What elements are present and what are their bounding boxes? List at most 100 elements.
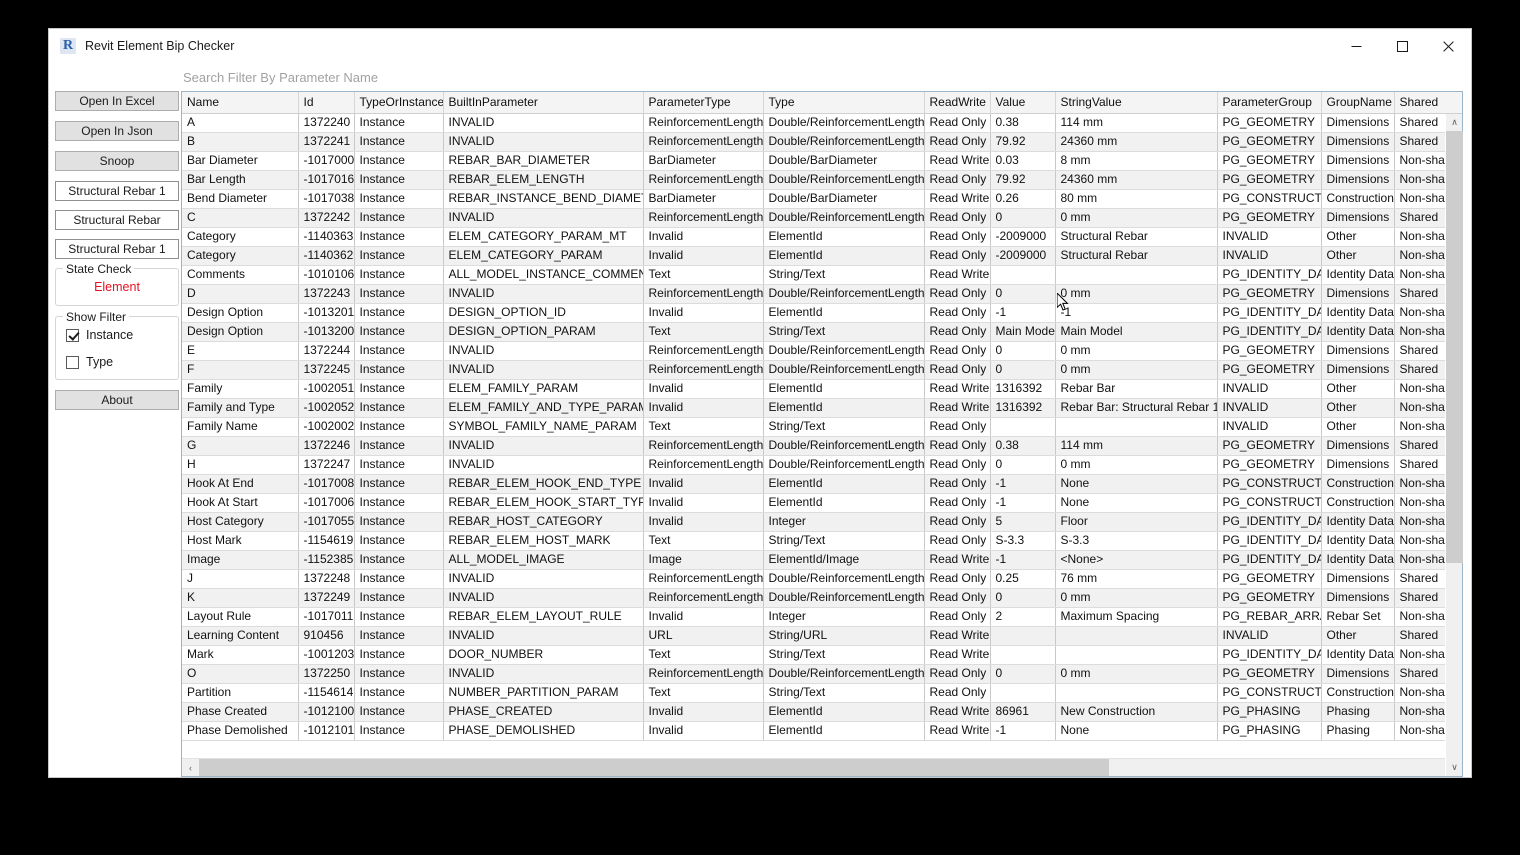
- cell-groupname[interactable]: Dimensions: [1321, 588, 1395, 608]
- cell-value[interactable]: 0.38: [990, 436, 1056, 456]
- cell-readwrite[interactable]: Read Only: [924, 417, 991, 437]
- cell-id[interactable]: 1372246: [298, 436, 355, 456]
- cell-type[interactable]: ElementId: [763, 246, 925, 266]
- cell-typeorinstance[interactable]: Instance: [354, 493, 444, 513]
- cell-name[interactable]: G: [182, 436, 299, 456]
- column-header-type[interactable]: Type: [763, 92, 925, 114]
- cell-value[interactable]: 2: [990, 607, 1056, 627]
- cell-parametergroup[interactable]: PG_REBAR_ARRAY: [1217, 607, 1322, 627]
- cell-parametertype[interactable]: Text: [643, 683, 764, 703]
- cell-name[interactable]: Bar Diameter: [182, 151, 299, 171]
- cell-typeorinstance[interactable]: Instance: [354, 151, 444, 171]
- cell-name[interactable]: Family and Type: [182, 398, 299, 418]
- cell-parametertype[interactable]: ReinforcementLength: [643, 341, 764, 361]
- cell-parametergroup[interactable]: PG_PHASING: [1217, 721, 1322, 741]
- maximize-button[interactable]: [1379, 29, 1425, 63]
- cell-builtinparameter[interactable]: DESIGN_OPTION_PARAM: [443, 322, 644, 342]
- cell-value[interactable]: Main Model: [990, 322, 1056, 342]
- cell-groupname[interactable]: Construction: [1321, 189, 1395, 209]
- cell-groupname[interactable]: Dimensions: [1321, 151, 1395, 171]
- vertical-scrollbar[interactable]: ∧ ∨: [1445, 114, 1463, 776]
- cell-builtinparameter[interactable]: REBAR_INSTANCE_BEND_DIAMETER: [443, 189, 644, 209]
- filter-type-checkbox[interactable]: [66, 355, 79, 369]
- cell-type[interactable]: Double/ReinforcementLength: [763, 341, 925, 361]
- cell-parametergroup[interactable]: INVALID: [1217, 227, 1322, 247]
- cell-type[interactable]: ElementId: [763, 493, 925, 513]
- cell-name[interactable]: E: [182, 341, 299, 361]
- cell-parametertype[interactable]: ReinforcementLength: [643, 569, 764, 589]
- cell-name[interactable]: Phase Demolished: [182, 721, 299, 741]
- table-row[interactable]: Bar Length -1017016 Instance REBAR_ELEM_LEN…: [182, 170, 1462, 190]
- cell-typeorinstance[interactable]: Instance: [354, 550, 444, 570]
- cell-readwrite[interactable]: Read Only: [924, 607, 991, 627]
- cell-typeorinstance[interactable]: Instance: [354, 341, 444, 361]
- cell-builtinparameter[interactable]: REBAR_ELEM_LAYOUT_RULE: [443, 607, 644, 627]
- cell-groupname[interactable]: Identity Data: [1321, 303, 1395, 323]
- cell-typeorinstance[interactable]: Instance: [354, 721, 444, 741]
- cell-readwrite[interactable]: Read Only: [924, 246, 991, 266]
- cell-readwrite[interactable]: Read Write: [924, 189, 991, 209]
- cell-parametertype[interactable]: ReinforcementLength: [643, 588, 764, 608]
- cell-groupname[interactable]: Dimensions: [1321, 132, 1395, 152]
- cell-parametertype[interactable]: ReinforcementLength: [643, 170, 764, 190]
- cell-parametertype[interactable]: Text: [643, 645, 764, 665]
- cell-parametergroup[interactable]: PG_GEOMETRY: [1217, 284, 1322, 304]
- cell-groupname[interactable]: Rebar Set: [1321, 607, 1395, 627]
- column-header-parametertype[interactable]: ParameterType: [643, 92, 764, 114]
- cell-id[interactable]: -1012101: [298, 721, 355, 741]
- open-in-excel-button[interactable]: Open In Excel: [55, 91, 179, 111]
- cell-groupname[interactable]: Phasing: [1321, 702, 1395, 722]
- cell-parametergroup[interactable]: PG_IDENTITY_DATA: [1217, 265, 1322, 285]
- table-row[interactable]: Layout Rule -1017011 Instance REBAR_ELEM_LA…: [182, 607, 1462, 627]
- table-row[interactable]: A 1372240 Instance INVALID ReinforcementLeng…: [182, 113, 1462, 133]
- cell-name[interactable]: B: [182, 132, 299, 152]
- cell-builtinparameter[interactable]: PHASE_CREATED: [443, 702, 644, 722]
- table-row[interactable]: K 1372249 Instance INVALID ReinforcementLeng…: [182, 588, 1462, 608]
- cell-typeorinstance[interactable]: Instance: [354, 512, 444, 532]
- table-row[interactable]: Phase Created -1012100 Instance PHASE_CREAT…: [182, 702, 1462, 722]
- cell-stringvalue[interactable]: Floor: [1055, 512, 1218, 532]
- cell-name[interactable]: Host Category: [182, 512, 299, 532]
- cell-type[interactable]: Integer: [763, 512, 925, 532]
- cell-type[interactable]: Double/ReinforcementLength: [763, 170, 925, 190]
- cell-readwrite[interactable]: Read Write: [924, 379, 991, 399]
- cell-typeorinstance[interactable]: Instance: [354, 664, 444, 684]
- element-button-structural-rebar-1-b[interactable]: Structural Rebar 1: [55, 239, 179, 259]
- cell-readwrite[interactable]: Read Write: [924, 265, 991, 285]
- cell-typeorinstance[interactable]: Instance: [354, 588, 444, 608]
- cell-name[interactable]: Bar Length: [182, 170, 299, 190]
- cell-builtinparameter[interactable]: INVALID: [443, 284, 644, 304]
- cell-parametertype[interactable]: ReinforcementLength: [643, 132, 764, 152]
- cell-stringvalue[interactable]: Rebar Bar: Structural Rebar 1: [1055, 398, 1218, 418]
- cell-builtinparameter[interactable]: REBAR_ELEM_HOOK_END_TYPE: [443, 474, 644, 494]
- cell-typeorinstance[interactable]: Instance: [354, 474, 444, 494]
- cell-stringvalue[interactable]: [1055, 645, 1218, 665]
- cell-parametertype[interactable]: URL: [643, 626, 764, 646]
- cell-groupname[interactable]: Other: [1321, 379, 1395, 399]
- cell-typeorinstance[interactable]: Instance: [354, 360, 444, 380]
- cell-parametergroup[interactable]: PG_GEOMETRY: [1217, 436, 1322, 456]
- cell-stringvalue[interactable]: S-3.3: [1055, 531, 1218, 551]
- cell-value[interactable]: -1: [990, 550, 1056, 570]
- table-row[interactable]: Family -1002051 Instance ELEM_FAMILY_PARAM I…: [182, 379, 1462, 399]
- table-row[interactable]: B 1372241 Instance INVALID ReinforcementLeng…: [182, 132, 1462, 152]
- cell-groupname[interactable]: Construction: [1321, 474, 1395, 494]
- cell-readwrite[interactable]: Read Only: [924, 664, 991, 684]
- cell-parametergroup[interactable]: INVALID: [1217, 417, 1322, 437]
- cell-groupname[interactable]: Dimensions: [1321, 284, 1395, 304]
- cell-readwrite[interactable]: Read Only: [924, 436, 991, 456]
- cell-parametertype[interactable]: ReinforcementLength: [643, 436, 764, 456]
- cell-name[interactable]: Family Name: [182, 417, 299, 437]
- table-row[interactable]: Design Option -1013201 Instance DESIGN_OPTI…: [182, 303, 1462, 323]
- cell-value[interactable]: -1: [990, 474, 1056, 494]
- cell-id[interactable]: -1154614: [298, 683, 355, 703]
- table-row[interactable]: Bend Diameter -1017038 Instance REBAR_INSTA…: [182, 189, 1462, 209]
- cell-parametertype[interactable]: Invalid: [643, 246, 764, 266]
- cell-value[interactable]: [990, 626, 1056, 646]
- cell-readwrite[interactable]: Read Only: [924, 132, 991, 152]
- cell-parametergroup[interactable]: PG_GEOMETRY: [1217, 588, 1322, 608]
- cell-id[interactable]: 1372240: [298, 113, 355, 133]
- cell-parametergroup[interactable]: PG_IDENTITY_DATA: [1217, 322, 1322, 342]
- cell-stringvalue[interactable]: 0 mm: [1055, 664, 1218, 684]
- cell-name[interactable]: O: [182, 664, 299, 684]
